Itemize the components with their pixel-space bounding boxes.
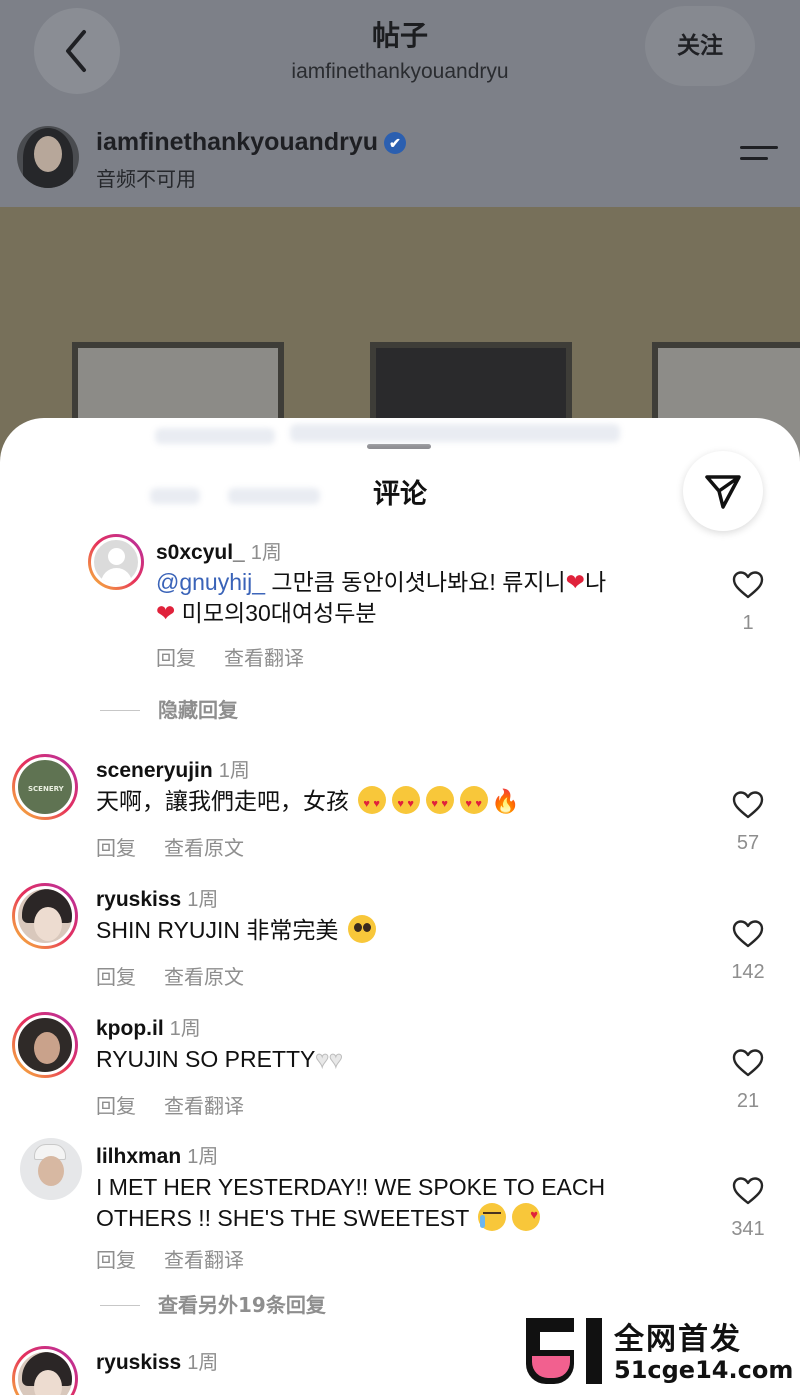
- send-icon: [705, 475, 741, 509]
- heart-icon[interactable]: [732, 919, 764, 949]
- like-count: 1: [742, 612, 754, 634]
- avatar[interactable]: [20, 1138, 82, 1200]
- reply-button[interactable]: 回复: [96, 1248, 136, 1272]
- see-translation-button[interactable]: 查看翻译: [164, 1248, 244, 1272]
- sheet-grabber[interactable]: [367, 444, 431, 449]
- like-count: 341: [731, 1218, 765, 1240]
- avatar[interactable]: [88, 534, 144, 590]
- comment-actions: 回复 查看翻译: [156, 642, 332, 671]
- hide-replies-button[interactable]: 隐藏回复: [100, 694, 238, 723]
- blurred-background: [155, 428, 275, 444]
- comment-text: 天啊，讓我們走吧，女孩 🔥: [96, 786, 521, 820]
- watermark-logo: [526, 1318, 606, 1384]
- comment-time: 1周: [250, 542, 282, 564]
- like-count: 57: [736, 832, 760, 854]
- like-group: 57: [730, 790, 766, 855]
- comment-username[interactable]: ryuskiss 1周: [96, 883, 218, 912]
- see-original-button[interactable]: 查看原文: [164, 965, 244, 989]
- watermark: 全网首发 51cge14.com: [526, 1312, 800, 1395]
- comment-actions: 回复 查看原文: [96, 832, 272, 861]
- watermark-url: 51cge14.com: [614, 1356, 794, 1384]
- like-group: 341: [730, 1176, 766, 1241]
- comment-text: RYUJIN SO PRETTY♥♥: [96, 1046, 344, 1073]
- sheet-title: 评论: [373, 479, 427, 510]
- heart-icon[interactable]: [732, 1176, 764, 1206]
- page-title: 帖子: [371, 19, 428, 52]
- reply-button[interactable]: 回复: [96, 965, 136, 989]
- share-button[interactable]: [683, 451, 763, 531]
- comment-username[interactable]: s0xcyul_ 1周: [156, 536, 282, 565]
- watermark-text: 全网首发: [614, 1322, 742, 1357]
- pleading-face-emoji: [347, 915, 376, 943]
- avatar[interactable]: [12, 1012, 78, 1078]
- comment-text: SHIN RYUJIN 非常完美: [96, 915, 379, 946]
- top-bar: 帖子 iamfinethankyouandryu 关注: [0, 0, 800, 110]
- heart-icon[interactable]: [732, 1048, 764, 1078]
- heart-icon[interactable]: [732, 790, 764, 820]
- loudly-crying-emoji: [478, 1203, 507, 1231]
- reply-button[interactable]: 回复: [96, 836, 136, 860]
- audio-unavailable-label: 音频不可用: [96, 167, 196, 191]
- post-author-row: iamfinethankyouandryu ✔ 音频不可用: [0, 118, 800, 208]
- view-more-replies-button[interactable]: 查看另外19条回复: [100, 1289, 326, 1318]
- comment-time: 1周: [187, 889, 219, 911]
- comment-actions: 回复 查看翻译: [96, 1090, 272, 1119]
- comment-username[interactable]: ryuskiss 1周: [96, 1346, 218, 1375]
- comment-username[interactable]: lilhxman 1周: [96, 1140, 218, 1169]
- reply-button[interactable]: 回复: [96, 1094, 136, 1118]
- like-count: 21: [736, 1090, 760, 1112]
- comment-time: 1周: [218, 760, 250, 782]
- see-original-button[interactable]: 查看原文: [164, 836, 244, 860]
- heart-eyes-emoji: [358, 786, 387, 820]
- chevron-left-icon: [66, 30, 86, 72]
- reply-button[interactable]: 回复: [156, 646, 196, 670]
- heart-icon[interactable]: [732, 570, 764, 600]
- comment-username[interactable]: kpop.il 1周: [96, 1012, 201, 1041]
- menu-icon[interactable]: [740, 146, 778, 172]
- smiling-face-with-hearts-emoji: [512, 1199, 541, 1231]
- see-translation-button[interactable]: 查看翻译: [224, 646, 304, 670]
- comment-text: @gnuyhij_ 그만큼 동안이셧나봐요! 류지니❤나 ❤ 미모의30대여성두…: [156, 569, 607, 626]
- comment-time: 1周: [187, 1146, 219, 1168]
- like-group: 1: [730, 570, 766, 635]
- comment-username[interactable]: sceneryujin 1周: [96, 754, 250, 783]
- heart-eyes-emoji: [460, 786, 489, 820]
- see-translation-button[interactable]: 查看翻译: [164, 1094, 244, 1118]
- comment-time: 1周: [187, 1352, 219, 1374]
- author-name[interactable]: iamfinethankyouandryu ✔: [96, 128, 406, 157]
- comment-time: 1周: [169, 1018, 201, 1040]
- comment-actions: 回复 查看翻译: [96, 1244, 272, 1273]
- red-heart-emoji: ❤: [565, 569, 585, 595]
- avatar[interactable]: [12, 754, 78, 820]
- back-button[interactable]: [34, 8, 120, 94]
- blurred-background: [150, 488, 200, 504]
- page-subtitle: iamfinethankyouandryu: [291, 60, 509, 83]
- fire-emoji: 🔥: [491, 788, 521, 814]
- heart-eyes-emoji: [392, 786, 421, 820]
- heart-eyes-emoji: [426, 786, 455, 820]
- header-title-group: 帖子 iamfinethankyouandryu: [200, 14, 600, 84]
- comment-text: I MET HER YESTERDAY!! WE SPOKE TO EACH O…: [96, 1172, 696, 1234]
- avatar[interactable]: [12, 883, 78, 949]
- blurred-background: [290, 424, 620, 442]
- white-heart-emoji: ♥: [329, 1046, 344, 1073]
- red-heart-emoji: ❤: [156, 600, 176, 626]
- like-count: 142: [731, 961, 765, 983]
- like-group: 142: [730, 919, 766, 984]
- mention-link[interactable]: @gnuyhij_: [156, 569, 265, 595]
- verified-badge-icon: ✔: [384, 132, 406, 154]
- author-avatar[interactable]: [17, 126, 79, 188]
- comment-actions: 回复 查看原文: [96, 961, 272, 990]
- follow-button[interactable]: 关注: [645, 6, 755, 86]
- white-heart-emoji: ♥: [315, 1046, 330, 1073]
- like-group: 21: [730, 1048, 766, 1113]
